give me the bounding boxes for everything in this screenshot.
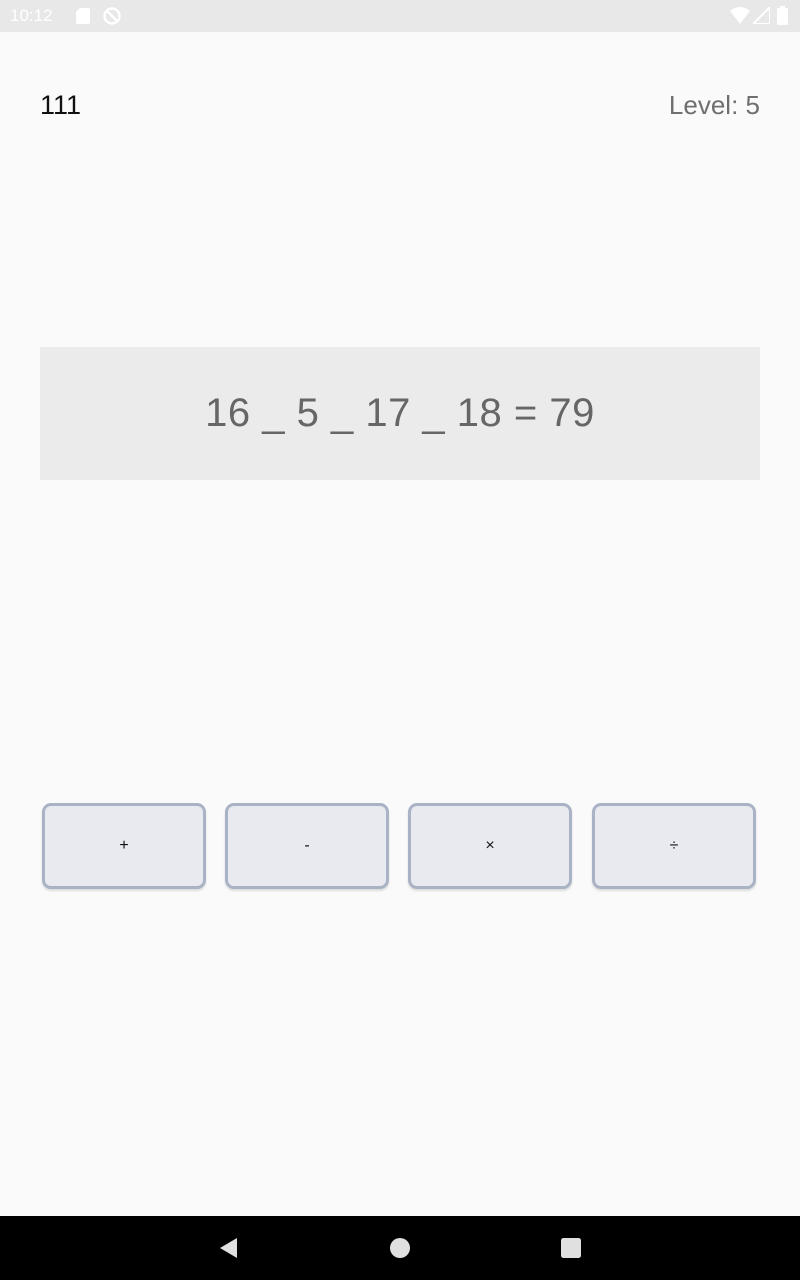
back-icon[interactable] (217, 1236, 241, 1260)
plus-button[interactable]: + (42, 803, 206, 889)
wifi-icon (730, 7, 750, 29)
signal-icon (750, 4, 771, 29)
score-counter: 111 (40, 90, 82, 120)
sd-card-icon (76, 8, 90, 29)
recents-icon[interactable] (559, 1236, 583, 1260)
navigation-bar (0, 1216, 800, 1280)
battery-icon (777, 6, 788, 30)
equation-text: 16 _ 5 _ 17 _ 18 = 79 (205, 391, 595, 435)
level-indicator: Level: 5 (668, 90, 760, 120)
equation-panel: 16 _ 5 _ 17 _ 18 = 79 (40, 347, 760, 480)
home-icon[interactable] (388, 1236, 412, 1260)
minus-button[interactable]: - (225, 803, 389, 889)
sync-blocked-icon (102, 6, 122, 31)
multiply-button[interactable]: × (408, 803, 572, 889)
app-screen: 10:12 111 Level: 5 16 _ 5 _ 17 _ 18 = 79… (0, 0, 800, 1280)
status-time: 10:12 (10, 6, 53, 25)
status-bar: 10:12 (0, 0, 800, 32)
divide-button[interactable]: ÷ (592, 803, 756, 889)
